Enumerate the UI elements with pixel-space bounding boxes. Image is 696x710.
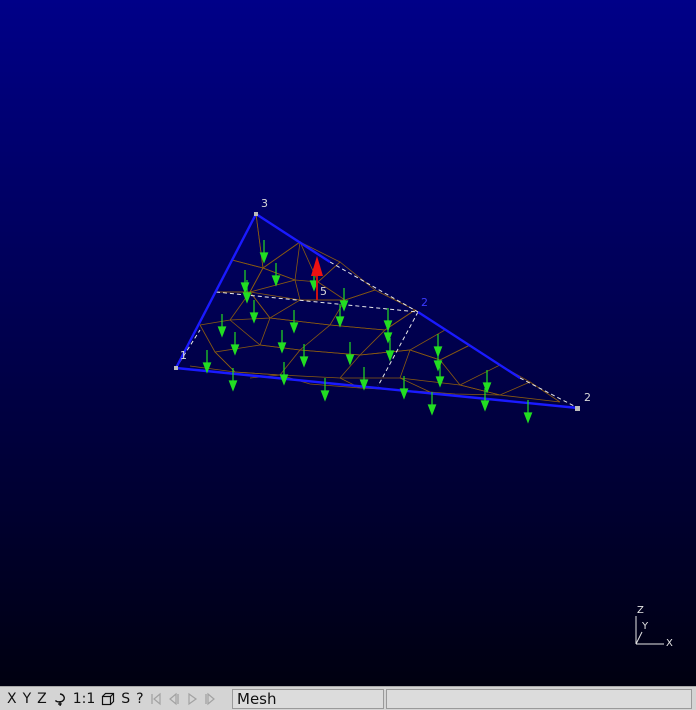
load-arrow-head	[217, 326, 227, 338]
axis-x-label: X	[666, 638, 673, 649]
play-icon[interactable]	[184, 692, 200, 706]
mesh-scene: 1 2 3 5 2	[174, 197, 591, 424]
vertex-label-5: 5	[320, 285, 327, 298]
load-arrow-head	[271, 275, 281, 287]
view-x-button[interactable]: X	[5, 688, 19, 710]
load-arrow-head	[320, 390, 330, 402]
rotate-icon[interactable]	[51, 692, 69, 706]
graphics-viewport[interactable]: 1 2 3 5 2 Z Y X	[0, 0, 696, 686]
load-arrow-head	[480, 400, 490, 412]
view-y-button[interactable]: Y	[21, 688, 34, 710]
load-arrow-head	[335, 316, 345, 328]
partition-dashed-lines	[175, 261, 579, 409]
load-arrow-head	[399, 388, 409, 400]
axis-y-label: Y	[641, 621, 649, 632]
status-secondary-field	[386, 688, 692, 709]
load-arrow-head	[299, 356, 309, 368]
load-arrow-head	[523, 412, 533, 424]
status-message-field: Mesh	[232, 688, 384, 709]
axes-orientation-widget: Z Y X	[635, 605, 673, 649]
load-arrow-head	[427, 404, 437, 416]
load-arrow-head	[345, 354, 355, 366]
view-z-button[interactable]: Z	[35, 688, 49, 710]
load-arrow-head	[242, 292, 252, 304]
vertex-label-3: 3	[261, 197, 268, 210]
load-arrow-head	[385, 350, 395, 362]
load-arrow-head	[249, 312, 259, 324]
view-toolbar: X Y Z 1:1 S ?	[0, 688, 224, 710]
first-step-icon[interactable]	[148, 692, 164, 706]
vertex-label-1: 1	[180, 349, 187, 362]
edge-label-2: 2	[421, 296, 428, 309]
projection-cube-icon[interactable]	[99, 692, 117, 706]
load-arrow-head	[433, 346, 443, 358]
vertex-label-2: 2	[584, 391, 591, 404]
load-arrow-head	[383, 320, 393, 332]
load-arrow-head	[435, 376, 445, 388]
axis-z-label: Z	[637, 605, 644, 616]
load-arrow-head	[228, 380, 238, 392]
previous-step-icon[interactable]	[166, 692, 182, 706]
load-arrow-head	[289, 322, 299, 334]
next-step-icon[interactable]	[202, 692, 218, 706]
snapshot-s-button[interactable]: S	[119, 688, 132, 710]
scale-reset-button[interactable]: 1:1	[71, 688, 98, 710]
status-bar: X Y Z 1:1 S ? Mesh	[0, 686, 696, 710]
help-button[interactable]: ?	[134, 688, 145, 710]
